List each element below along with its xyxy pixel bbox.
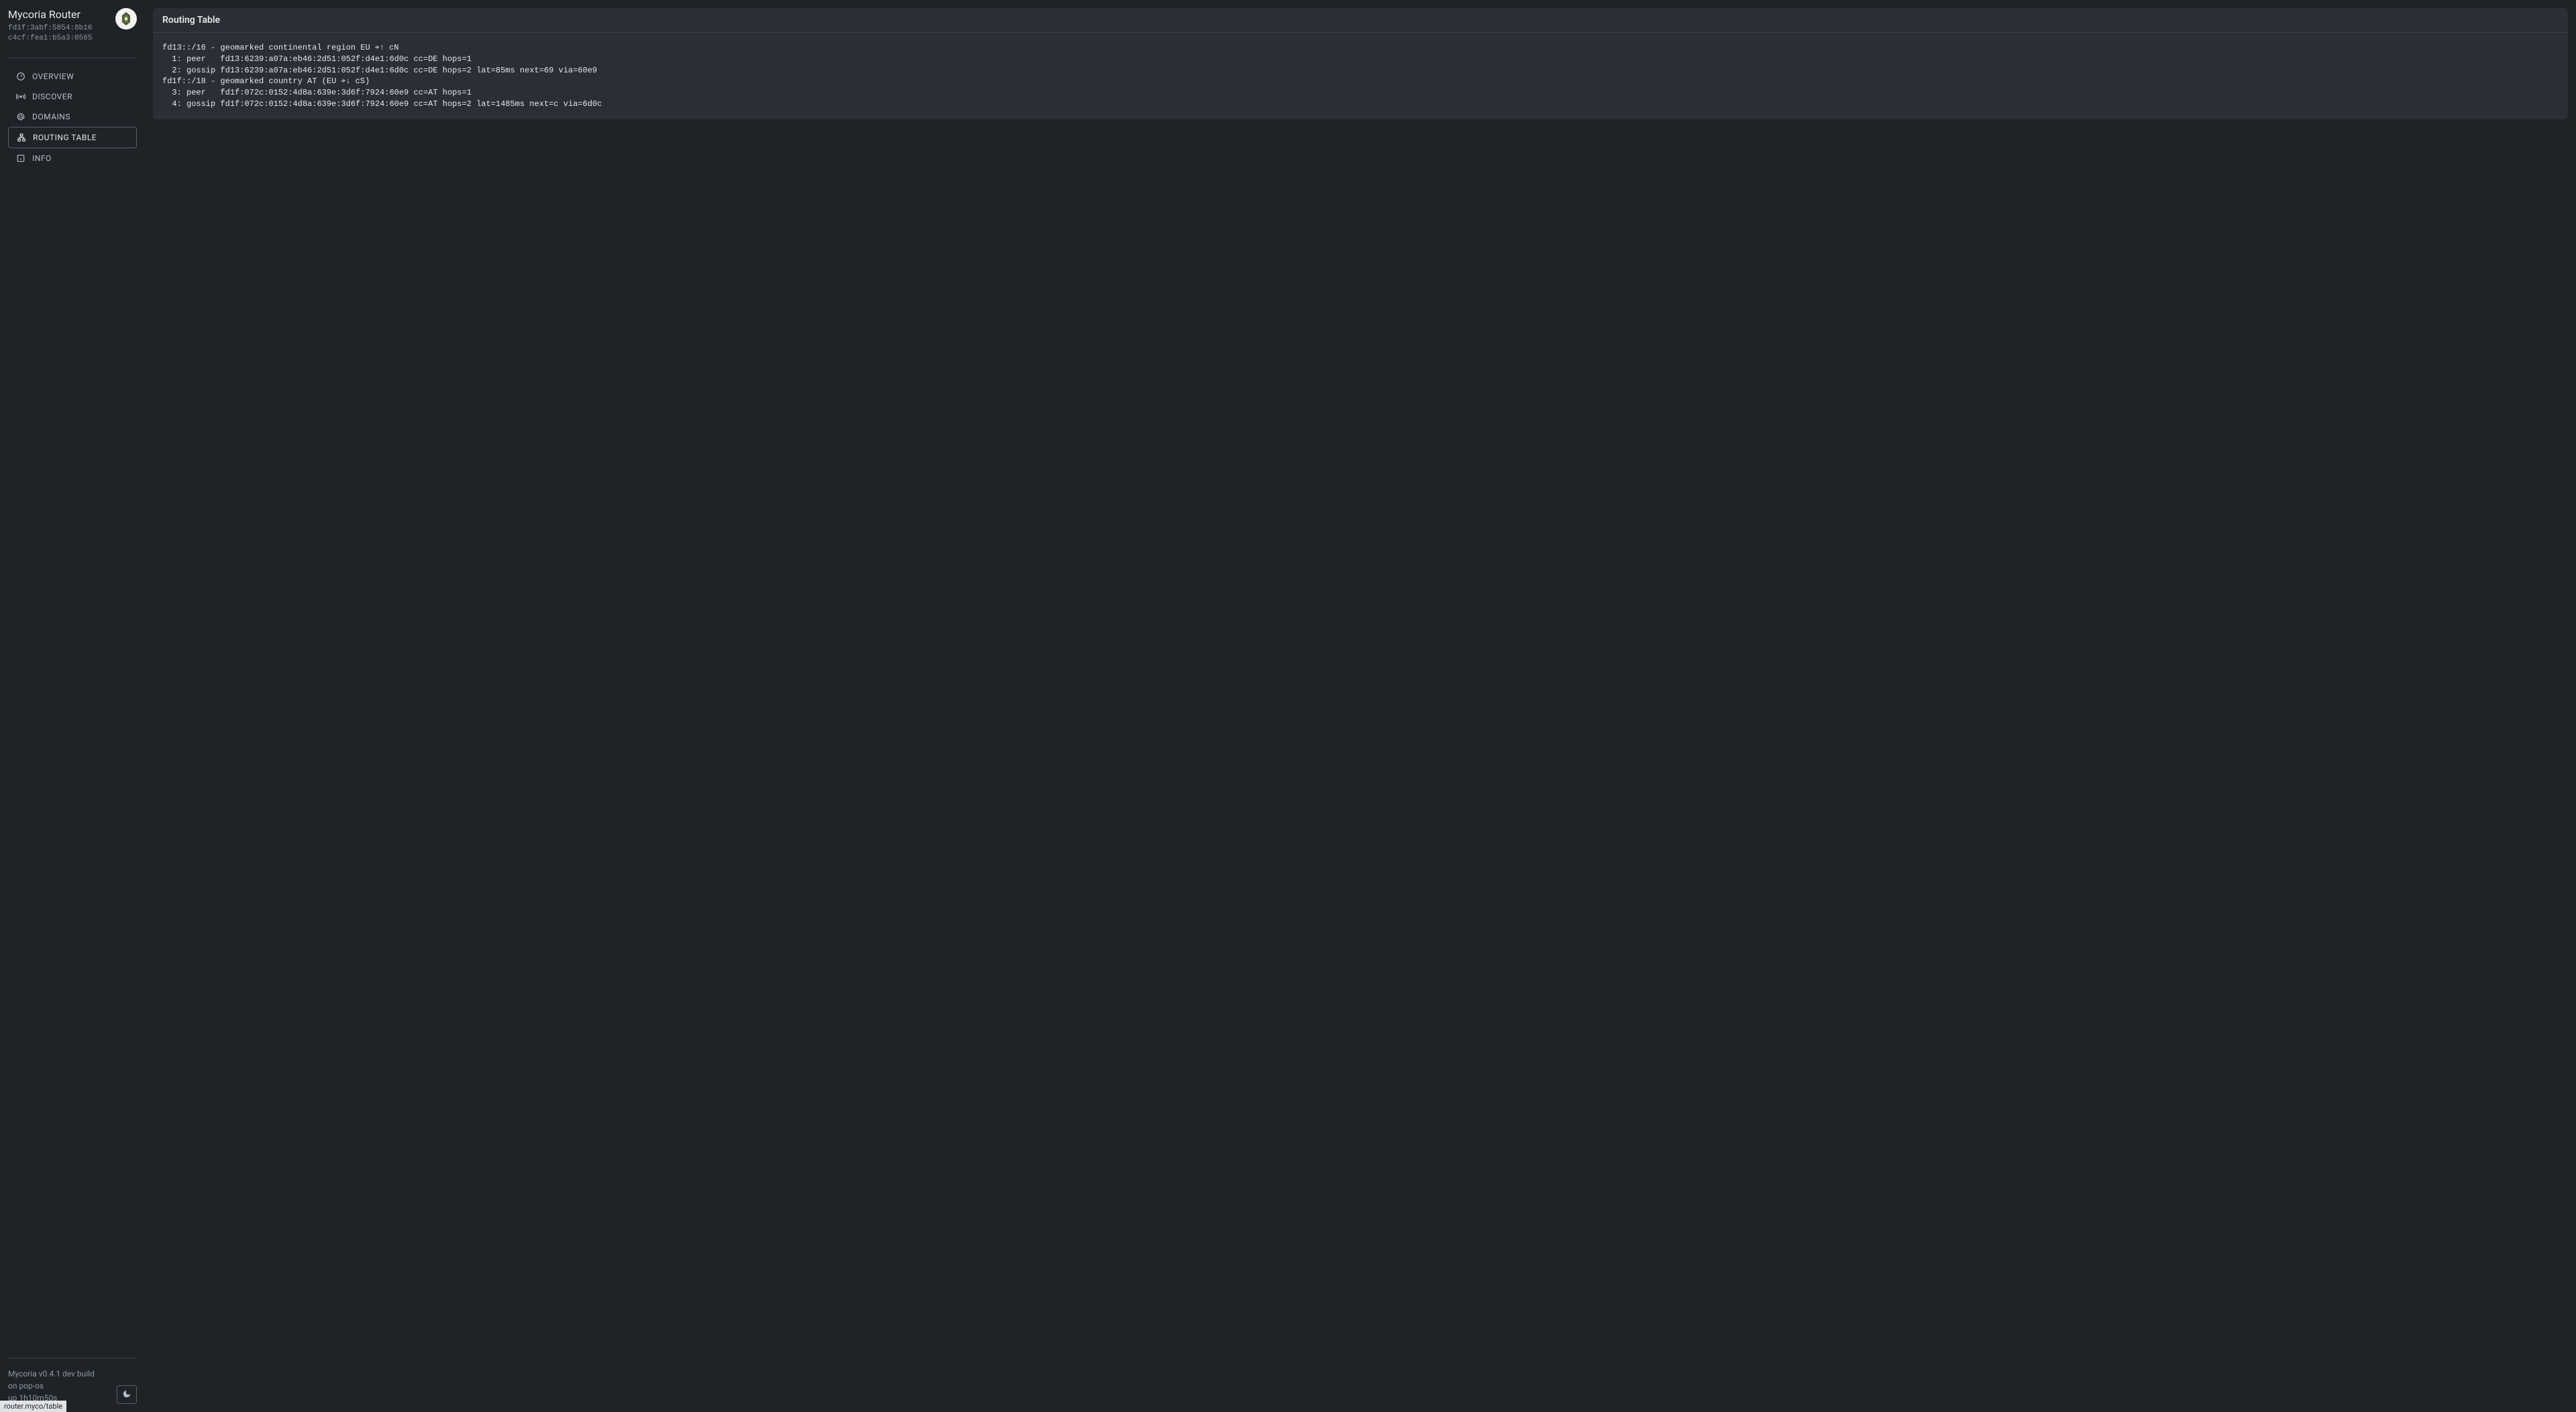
- nav-overview-label: OVERVIEW: [32, 72, 74, 81]
- nav-discover[interactable]: DISCOVER: [8, 87, 137, 107]
- info-icon: [16, 154, 25, 163]
- nav-info-label: INFO: [32, 154, 52, 163]
- broadcast-icon: [16, 92, 25, 101]
- theme-toggle-button[interactable]: [117, 1385, 137, 1404]
- nav-domains-label: DOMAINS: [32, 112, 70, 121]
- router-id-line2: c4cf:fea1:b5a3:0565: [8, 34, 110, 44]
- sidebar-header-text: Mycoria Router fd1f:3abf:5854:8b16 c4cf:…: [8, 8, 110, 44]
- panel-body: fd13::/16 - geomarked continental region…: [153, 33, 2568, 119]
- panel-title: Routing Table: [162, 15, 2559, 25]
- router-id: fd1f:3abf:5854:8b16 c4cf:fea1:b5a3:0565: [8, 23, 110, 44]
- nav-domains[interactable]: DOMAINS: [8, 107, 137, 127]
- footer-host: on pop-os: [8, 1380, 95, 1392]
- gauge-icon: [16, 72, 25, 81]
- nav-discover-label: DISCOVER: [32, 92, 72, 101]
- router-title: Mycoria Router: [8, 8, 110, 21]
- sidebar-footer: Mycoria v0.4.1 dev build on pop-os up 1h…: [8, 1358, 137, 1404]
- sidebar-header: Mycoria Router fd1f:3abf:5854:8b16 c4cf:…: [8, 8, 137, 54]
- diagram-icon: [17, 133, 26, 142]
- main-content: Routing Table fd13::/16 - geomarked cont…: [145, 0, 2576, 1412]
- nav-info[interactable]: INFO: [8, 148, 137, 168]
- routing-output: fd13::/16 - geomarked continental region…: [162, 42, 2559, 110]
- at-icon: [16, 112, 25, 121]
- nav-routing-table-label: ROUTING TABLE: [33, 133, 97, 142]
- status-bar: router.myco/table: [0, 1401, 66, 1412]
- nav-routing-table[interactable]: ROUTING TABLE: [8, 127, 137, 148]
- footer-version: Mycoria v0.4.1 dev build: [8, 1368, 95, 1380]
- routing-panel: Routing Table fd13::/16 - geomarked cont…: [153, 8, 2568, 119]
- sidebar: Mycoria Router fd1f:3abf:5854:8b16 c4cf:…: [0, 0, 145, 1412]
- nav-overview[interactable]: OVERVIEW: [8, 66, 137, 87]
- moon-icon: [122, 1389, 131, 1401]
- footer-text: Mycoria v0.4.1 dev build on pop-os up 1h…: [8, 1368, 95, 1404]
- sidebar-nav: OVERVIEW DISCOVER DOMAINS ROUTING TABLE …: [8, 66, 137, 168]
- router-id-line1: fd1f:3abf:5854:8b16: [8, 23, 110, 34]
- footer-content: Mycoria v0.4.1 dev build on pop-os up 1h…: [8, 1368, 137, 1404]
- router-identicon: [115, 8, 137, 30]
- panel-header: Routing Table: [153, 8, 2568, 33]
